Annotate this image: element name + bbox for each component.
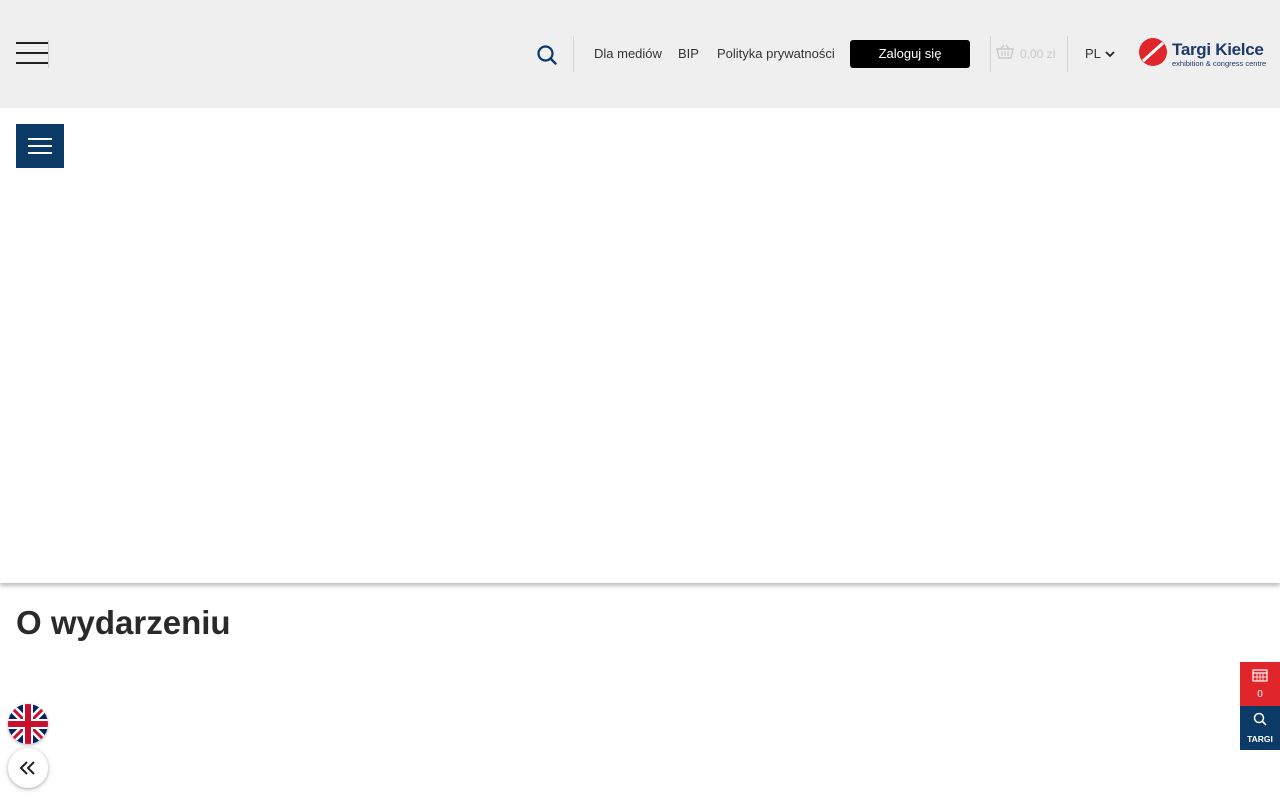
menu-line: [28, 138, 52, 140]
menu-line: [16, 42, 48, 44]
calendar-button[interactable]: 0: [1240, 662, 1280, 706]
link-polityka-prywatnosci[interactable]: Polityka prywatności: [717, 46, 835, 61]
uk-flag-icon[interactable]: [8, 704, 48, 744]
menu-line: [28, 152, 52, 154]
logo-mark-icon: [1138, 37, 1168, 72]
calendar-count: 0: [1257, 689, 1263, 700]
logo-subtitle: exhibition & congress centre: [1172, 58, 1267, 68]
language-select[interactable]: PL: [1085, 46, 1115, 61]
menu-line: [28, 145, 52, 147]
events-search-label: TARGI: [1247, 734, 1273, 744]
login-button[interactable]: Zaloguj się: [850, 40, 970, 68]
targi-kielce-logo[interactable]: Targi Kielce exhibition & congress centr…: [1138, 37, 1274, 71]
side-widget: 0 TARGI: [1240, 662, 1280, 750]
main-menu-button[interactable]: [16, 40, 49, 68]
divider: [1067, 36, 1068, 72]
top-header: Dla mediów BIP Polityka prywatności Zalo…: [0, 0, 1280, 108]
cart-button[interactable]: 0,00 zł: [996, 44, 1055, 64]
search-icon: [1253, 712, 1267, 731]
language-label: PL: [1085, 46, 1101, 61]
event-menu-button[interactable]: [16, 124, 64, 168]
calendar-icon: [1252, 668, 1268, 687]
logo-text: Targi Kielce exhibition & congress centr…: [1172, 41, 1266, 68]
cart-amount: 0,00 zł: [1020, 47, 1056, 61]
events-search-button[interactable]: TARGI: [1240, 706, 1280, 750]
double-chevron-left-icon[interactable]: [8, 748, 48, 788]
menu-line: [16, 52, 48, 54]
link-dla-mediow[interactable]: Dla mediów: [594, 46, 662, 61]
divider: [573, 36, 574, 72]
chevron-down-icon: [1105, 46, 1115, 61]
search-icon[interactable]: [535, 43, 559, 67]
divider: [990, 36, 991, 72]
logo-title: Targi Kielce: [1172, 39, 1264, 59]
hero-banner: [0, 108, 1280, 583]
menu-line: [16, 62, 48, 64]
cart-icon: [996, 44, 1014, 65]
link-bip[interactable]: BIP: [678, 46, 699, 61]
section-title: O wydarzeniu: [16, 604, 231, 641]
